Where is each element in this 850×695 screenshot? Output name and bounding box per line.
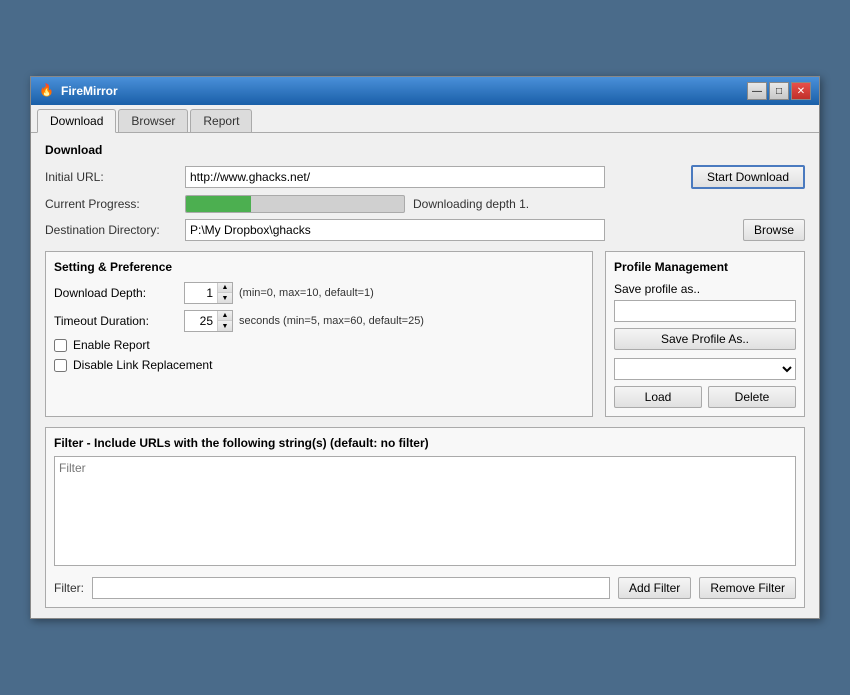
title-bar: 🔥 FireMirror — □ ✕ (31, 77, 819, 105)
save-profile-button[interactable]: Save Profile As.. (614, 328, 796, 350)
timeout-up[interactable]: ▲ (218, 311, 232, 321)
current-progress-row: Current Progress: Downloading depth 1. (45, 195, 805, 213)
profile-name-input[interactable] (614, 300, 796, 322)
profile-select[interactable] (614, 358, 796, 380)
initial-url-row: Initial URL: Start Download (45, 165, 805, 189)
download-depth-input[interactable] (185, 283, 217, 303)
download-section-title: Download (45, 143, 805, 157)
profile-select-row (614, 358, 796, 380)
progress-status-text: Downloading depth 1. (413, 197, 529, 211)
destination-dir-label: Destination Directory: (45, 223, 185, 237)
filter-textarea[interactable] (54, 456, 796, 566)
enable-report-label: Enable Report (73, 338, 150, 352)
download-depth-down[interactable]: ▼ (218, 293, 232, 303)
browse-button[interactable]: Browse (743, 219, 805, 241)
timeout-label: Timeout Duration: (54, 314, 184, 328)
download-depth-spinner: ▲ ▼ (184, 282, 233, 304)
settings-panel: Setting & Preference Download Depth: ▲ ▼… (45, 251, 593, 417)
start-download-button[interactable]: Start Download (691, 165, 805, 189)
disable-link-row: Disable Link Replacement (54, 358, 584, 372)
profile-panel: Profile Management Save profile as.. Sav… (605, 251, 805, 417)
maximize-button[interactable]: □ (769, 82, 789, 100)
destination-dir-row: Destination Directory: Browse (45, 219, 805, 241)
window-title: FireMirror (61, 84, 118, 98)
initial-url-label: Initial URL: (45, 170, 185, 184)
minimize-button[interactable]: — (747, 82, 767, 100)
timeout-hint: seconds (min=5, max=60, default=25) (239, 315, 424, 327)
initial-url-input[interactable] (185, 166, 605, 188)
tab-content: Download Initial URL: Start Download Cur… (31, 133, 819, 618)
app-icon: 🔥 (39, 83, 55, 99)
filter-input[interactable] (92, 577, 610, 599)
disable-link-checkbox[interactable] (54, 359, 67, 372)
close-button[interactable]: ✕ (791, 82, 811, 100)
download-depth-row: Download Depth: ▲ ▼ (min=0, max=10, defa… (54, 282, 584, 304)
filter-section-title: Filter - Include URLs with the following… (54, 436, 796, 450)
tab-download[interactable]: Download (37, 109, 116, 133)
remove-filter-button[interactable]: Remove Filter (699, 577, 796, 599)
timeout-spinner: ▲ ▼ (184, 310, 233, 332)
delete-button[interactable]: Delete (708, 386, 796, 408)
main-window: 🔥 FireMirror — □ ✕ Download Browser Repo… (30, 76, 820, 619)
timeout-down[interactable]: ▼ (218, 321, 232, 331)
save-profile-as-label: Save profile as.. (614, 282, 796, 296)
download-depth-arrows: ▲ ▼ (217, 283, 232, 303)
filter-section: Filter - Include URLs with the following… (45, 427, 805, 608)
current-progress-label: Current Progress: (45, 197, 185, 211)
title-bar-left: 🔥 FireMirror (39, 83, 118, 99)
enable-report-checkbox[interactable] (54, 339, 67, 352)
add-filter-button[interactable]: Add Filter (618, 577, 691, 599)
download-depth-hint: (min=0, max=10, default=1) (239, 287, 374, 299)
profile-panel-title: Profile Management (614, 260, 796, 274)
two-panels: Setting & Preference Download Depth: ▲ ▼… (45, 251, 805, 417)
destination-dir-input[interactable] (185, 219, 605, 241)
title-bar-controls: — □ ✕ (747, 82, 811, 100)
progress-bar (186, 196, 251, 212)
tab-report[interactable]: Report (190, 109, 252, 132)
filter-label: Filter: (54, 581, 84, 595)
download-depth-up[interactable]: ▲ (218, 283, 232, 293)
disable-link-label: Disable Link Replacement (73, 358, 212, 372)
timeout-row: Timeout Duration: ▲ ▼ seconds (min=5, ma… (54, 310, 584, 332)
filter-row: Filter: Add Filter Remove Filter (54, 577, 796, 599)
load-delete-row: Load Delete (614, 386, 796, 408)
timeout-input[interactable] (185, 311, 217, 331)
tab-browser[interactable]: Browser (118, 109, 188, 132)
tab-bar: Download Browser Report (31, 105, 819, 133)
enable-report-row: Enable Report (54, 338, 584, 352)
timeout-arrows: ▲ ▼ (217, 311, 232, 331)
load-button[interactable]: Load (614, 386, 702, 408)
progress-bar-container (185, 195, 405, 213)
download-depth-label: Download Depth: (54, 286, 184, 300)
settings-panel-title: Setting & Preference (54, 260, 584, 274)
